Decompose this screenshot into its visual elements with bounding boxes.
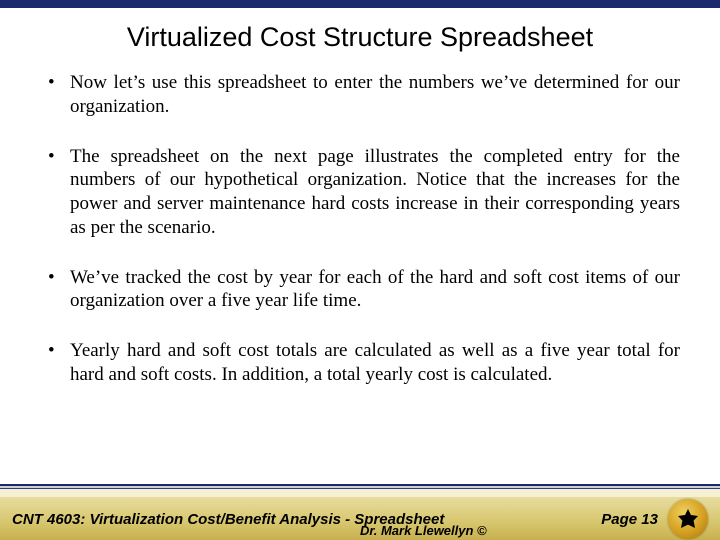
bullet-item: We’ve tracked the cost by year for each … bbox=[40, 266, 680, 314]
footer-page: Page 13 bbox=[601, 511, 658, 528]
bullet-list: Now let’s use this spreadsheet to enter … bbox=[40, 71, 680, 387]
slide-footer: CNT 4603: Virtualization Cost/Benefit An… bbox=[0, 484, 720, 540]
slide-title: Virtualized Cost Structure Spreadsheet bbox=[0, 22, 720, 53]
top-accent-bar bbox=[0, 0, 720, 8]
footer-divider bbox=[0, 486, 720, 488]
footer-content: CNT 4603: Virtualization Cost/Benefit An… bbox=[0, 492, 720, 540]
bullet-item: Now let’s use this spreadsheet to enter … bbox=[40, 71, 680, 119]
slide-body: Now let’s use this spreadsheet to enter … bbox=[0, 71, 720, 387]
footer-course: CNT 4603: Virtualization Cost/Benefit An… bbox=[12, 505, 601, 528]
ucf-logo-icon bbox=[668, 499, 708, 539]
bullet-item: The spreadsheet on the next page illustr… bbox=[40, 145, 680, 240]
bullet-item: Yearly hard and soft cost totals are cal… bbox=[40, 339, 680, 387]
footer-right: Page 13 bbox=[601, 493, 708, 539]
